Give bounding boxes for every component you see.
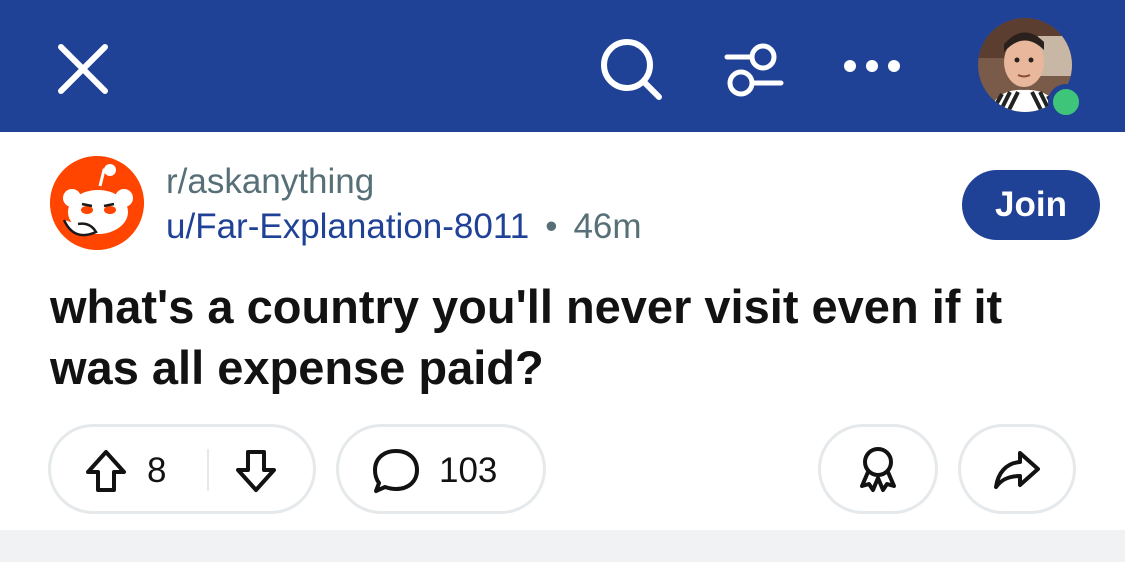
downvote-button[interactable] — [231, 445, 281, 497]
comments-button[interactable]: 103 — [336, 424, 546, 514]
upvote-button[interactable] — [81, 445, 131, 497]
search-icon — [601, 39, 662, 100]
share-icon — [994, 451, 1040, 489]
author-link[interactable]: u/Far-Explanation-8011 — [166, 204, 529, 250]
comment-count: 103 — [439, 451, 498, 490]
close-icon — [58, 44, 108, 94]
vote-bar: 8 — [48, 424, 316, 514]
post-age: 46m — [573, 207, 642, 246]
upvote-icon — [86, 450, 126, 492]
vote-divider — [207, 449, 209, 491]
award-icon — [860, 447, 896, 492]
top-bar — [0, 0, 1125, 132]
post-meta: u/Far-Explanation-8011 • 46m — [166, 204, 642, 250]
vote-count: 8 — [147, 451, 167, 490]
award-button[interactable] — [818, 424, 938, 514]
downvote-icon — [236, 450, 276, 492]
comment-icon — [373, 449, 419, 493]
subreddit-icon[interactable] — [50, 156, 144, 250]
section-divider — [0, 530, 1125, 562]
search-button[interactable] — [596, 34, 668, 106]
subreddit-name[interactable]: r/askanything — [166, 160, 374, 204]
join-button[interactable]: Join — [962, 170, 1100, 240]
share-button[interactable] — [958, 424, 1076, 514]
online-status-indicator — [1048, 84, 1084, 120]
reddit-snoo-icon — [50, 156, 144, 250]
filter-button[interactable] — [718, 34, 790, 106]
filter-icon — [724, 43, 784, 97]
meta-separator: • — [545, 207, 558, 246]
more-options-button[interactable] — [836, 44, 908, 88]
more-icon — [844, 60, 900, 72]
close-button[interactable] — [50, 36, 116, 102]
post-title: what's a country you'll never visit even… — [50, 280, 1003, 394]
